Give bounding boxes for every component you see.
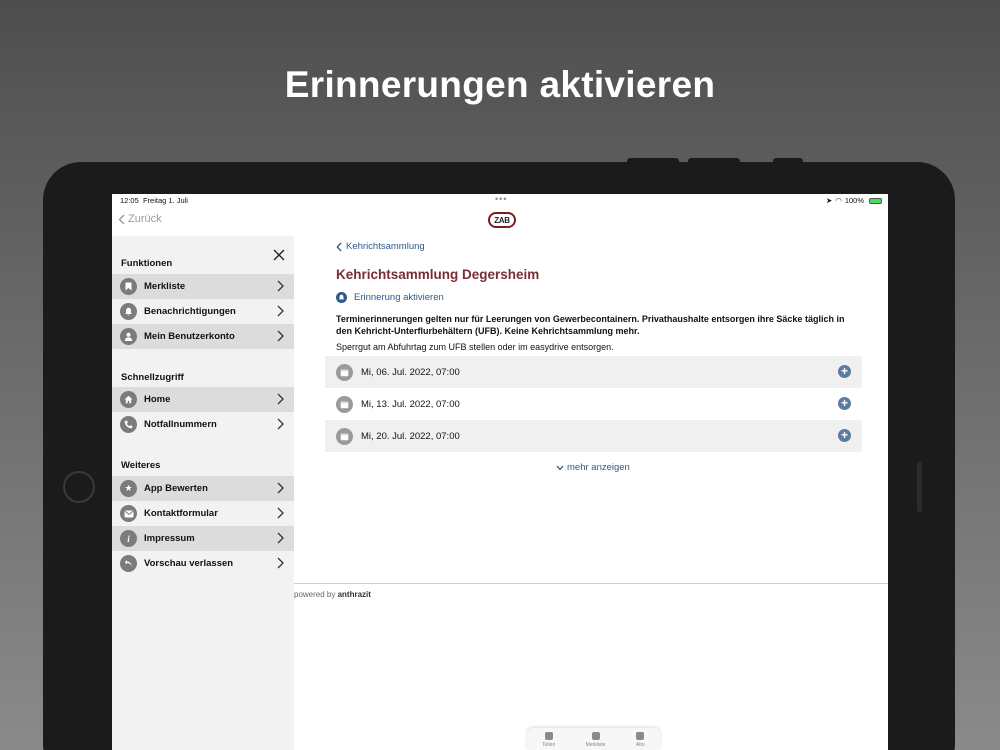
- chevron-right-icon: [277, 330, 284, 342]
- chevron-left-icon: [118, 214, 125, 224]
- show-more-link[interactable]: mehr anzeigen: [556, 462, 630, 473]
- add-reminder-button[interactable]: +: [838, 365, 851, 378]
- sidebar-item-mein-benutzerkonto[interactable]: Mein Benutzerkonto: [112, 324, 294, 349]
- activate-reminder-link[interactable]: Erinnerung aktivieren: [336, 292, 444, 303]
- chevron-right-icon: [277, 305, 284, 317]
- date-row[interactable]: Mi, 06. Jul. 2022, 07:00 +: [325, 356, 862, 388]
- tab-label: Abo: [635, 742, 645, 748]
- sidebar-item-label: App Bewerten: [144, 483, 208, 494]
- sidebar-item-label: Notfallnummern: [144, 419, 217, 430]
- tab-abo[interactable]: Abo: [636, 732, 645, 748]
- sidebar-item-app-bewerten[interactable]: ★ App Bewerten: [112, 476, 294, 501]
- breadcrumb-label: Kehrichtsammlung: [346, 241, 425, 252]
- tab-label: Merkliste: [585, 742, 606, 748]
- camera-ring: [63, 471, 95, 503]
- sidebar-menu: Funktionen Merkliste Benachrichtigungen …: [112, 236, 294, 750]
- back-label: Zurück: [128, 213, 162, 225]
- chevron-right-icon: [277, 532, 284, 544]
- sidebar-item-home[interactable]: Home: [112, 387, 294, 412]
- multitask-dots[interactable]: •••: [495, 194, 507, 204]
- bell-icon: [636, 732, 645, 740]
- calendar-icon: [336, 427, 353, 445]
- powered-prefix: powered by: [294, 590, 336, 599]
- bell-icon: [336, 292, 347, 303]
- powered-brand: anthrazit: [337, 590, 371, 599]
- sidebar-item-label: Merkliste: [144, 281, 186, 292]
- sidebar-item-impressum[interactable]: i Impressum: [112, 526, 294, 551]
- status-bar: 12:05 Freitag 1. Juli ••• ➤ ◠ 100%: [112, 194, 888, 206]
- top-navigation-bar: Zurück ZAB: [112, 208, 888, 236]
- chevron-down-icon: [556, 465, 564, 470]
- tab-label: Teilen: [542, 742, 556, 748]
- date-label: Mi, 06. Jul. 2022, 07:00: [361, 366, 460, 378]
- add-reminder-button[interactable]: +: [838, 429, 851, 442]
- chevron-right-icon: [277, 280, 284, 292]
- share-icon: [544, 732, 553, 740]
- undo-icon: [120, 555, 137, 572]
- section-title-funktionen: Funktionen: [121, 258, 173, 269]
- chevron-right-icon: [277, 482, 284, 494]
- sidebar-item-label: Impressum: [144, 533, 195, 544]
- tablet-screen: 12:05 Freitag 1. Juli ••• ➤ ◠ 100% Zurüc…: [112, 194, 888, 750]
- bell-icon: [120, 303, 137, 320]
- sidebar-item-merkliste[interactable]: Merkliste: [112, 274, 294, 299]
- user-icon: [120, 328, 137, 345]
- tab-merkliste[interactable]: Merkliste: [586, 732, 606, 748]
- sidebar-item-benachrichtigungen[interactable]: Benachrichtigungen: [112, 299, 294, 324]
- powered-by: powered by anthrazit: [294, 590, 371, 599]
- device-side-slot: [917, 462, 922, 512]
- breadcrumb[interactable]: Kehrichtsammlung: [336, 241, 425, 252]
- bottom-tab-bar: Teilen Merkliste Abo: [527, 728, 660, 750]
- calendar-icon: [336, 395, 353, 413]
- status-date: Freitag 1. Juli: [142, 196, 188, 205]
- show-more-label: mehr anzeigen: [567, 462, 630, 473]
- notice-bold-text: Terminerinnerungen gelten nur für Leerun…: [336, 314, 845, 336]
- location-icon: ➤: [825, 196, 833, 205]
- chevron-right-icon: [277, 557, 284, 569]
- battery-percent: 100%: [844, 196, 864, 205]
- chevron-left-icon: [336, 242, 342, 251]
- sidebar-item-label: Home: [144, 394, 171, 405]
- status-time: 12:05: [120, 196, 139, 205]
- back-button[interactable]: Zurück: [118, 213, 162, 225]
- section-title-schnellzugriff: Schnellzugriff: [121, 372, 184, 383]
- sidebar-item-label: Benachrichtigungen: [144, 306, 236, 317]
- chevron-right-icon: [277, 393, 284, 405]
- sidebar-item-vorschau-verlassen[interactable]: Vorschau verlassen: [112, 551, 294, 576]
- date-label: Mi, 20. Jul. 2022, 07:00: [361, 430, 460, 442]
- home-icon: [120, 391, 137, 408]
- star-icon: ★: [120, 480, 137, 497]
- date-label: Mi, 13. Jul. 2022, 07:00: [361, 398, 460, 410]
- page-title: Kehrichtsammlung Degersheim: [336, 267, 540, 282]
- mail-icon: [120, 505, 137, 522]
- logo-text: ZAB: [494, 215, 510, 225]
- close-sidebar-button[interactable]: [272, 248, 286, 262]
- footer-divider: [294, 583, 888, 584]
- tab-share[interactable]: Teilen: [542, 732, 555, 748]
- battery-icon: [869, 197, 882, 204]
- chevron-right-icon: [277, 418, 284, 430]
- chevron-right-icon: [277, 507, 284, 519]
- notice-text: Sperrgut am Abfuhrtag zum UFB stellen od…: [336, 342, 614, 352]
- phone-icon: [120, 416, 137, 433]
- sidebar-item-kontaktformular[interactable]: Kontaktformular: [112, 501, 294, 526]
- close-icon: [273, 249, 285, 261]
- date-row[interactable]: Mi, 20. Jul. 2022, 07:00 +: [325, 420, 862, 452]
- sidebar-item-notfallnummern[interactable]: Notfallnummern: [112, 412, 294, 437]
- add-reminder-button[interactable]: +: [838, 397, 851, 410]
- date-row[interactable]: Mi, 13. Jul. 2022, 07:00 +: [325, 388, 862, 420]
- main-content: Kehrichtsammlung Kehrichtsammlung Degers…: [294, 236, 888, 750]
- bookmark-icon: [591, 732, 600, 740]
- zab-logo: ZAB: [488, 212, 516, 228]
- wifi-icon: ◠: [835, 196, 842, 205]
- sidebar-item-label: Kontaktformular: [144, 508, 218, 519]
- promo-headline: Erinnerungen aktivieren: [284, 64, 716, 105]
- sidebar-item-label: Mein Benutzerkonto: [144, 331, 235, 342]
- reminder-link-label: Erinnerung aktivieren: [354, 292, 444, 303]
- section-title-weiteres: Weiteres: [121, 460, 161, 471]
- sidebar-item-label: Vorschau verlassen: [144, 558, 234, 569]
- info-icon: i: [120, 530, 137, 547]
- bookmark-icon: [120, 278, 137, 295]
- calendar-icon: [336, 363, 353, 381]
